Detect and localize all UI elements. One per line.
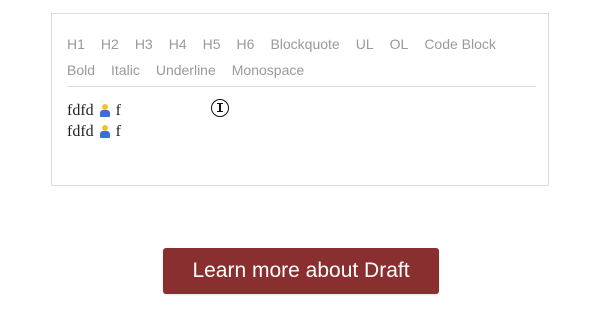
- text-before: fdfd: [67, 123, 94, 140]
- ol-button[interactable]: OL: [390, 31, 409, 57]
- italic-button[interactable]: Italic: [111, 57, 140, 83]
- editor-container: H1 H2 H3 H4 H5 H6 Blockquote UL OL Code …: [51, 13, 549, 186]
- inline-style-controls: Bold Italic Underline Monospace: [67, 57, 537, 83]
- content-line: fdfd f: [67, 121, 537, 142]
- text-after: f: [115, 102, 121, 119]
- style-toolbar: H1 H2 H3 H4 H5 H6 Blockquote UL OL Code …: [67, 31, 537, 83]
- text-after: f: [115, 123, 121, 140]
- h3-button[interactable]: H3: [135, 31, 153, 57]
- person-emoji-icon: [98, 124, 112, 139]
- content-line: fdfd f: [67, 100, 537, 121]
- ul-button[interactable]: UL: [356, 31, 374, 57]
- learn-more-button[interactable]: Learn more about Draft: [163, 248, 439, 294]
- editor-content[interactable]: fdfd f fdfd f: [67, 100, 537, 142]
- h5-button[interactable]: H5: [203, 31, 221, 57]
- text-before: fdfd: [67, 102, 94, 119]
- blockquote-button[interactable]: Blockquote: [270, 31, 339, 57]
- h4-button[interactable]: H4: [169, 31, 187, 57]
- underline-button[interactable]: Underline: [156, 57, 216, 83]
- code-block-button[interactable]: Code Block: [424, 31, 496, 57]
- block-style-controls: H1 H2 H3 H4 H5 H6 Blockquote UL OL Code …: [67, 31, 537, 57]
- text-cursor-icon: [211, 99, 229, 117]
- toolbar-divider: [67, 86, 536, 87]
- monospace-button[interactable]: Monospace: [232, 57, 304, 83]
- h1-button[interactable]: H1: [67, 31, 85, 57]
- h2-button[interactable]: H2: [101, 31, 119, 57]
- bold-button[interactable]: Bold: [67, 57, 95, 83]
- person-emoji-icon: [98, 103, 112, 118]
- h6-button[interactable]: H6: [237, 31, 255, 57]
